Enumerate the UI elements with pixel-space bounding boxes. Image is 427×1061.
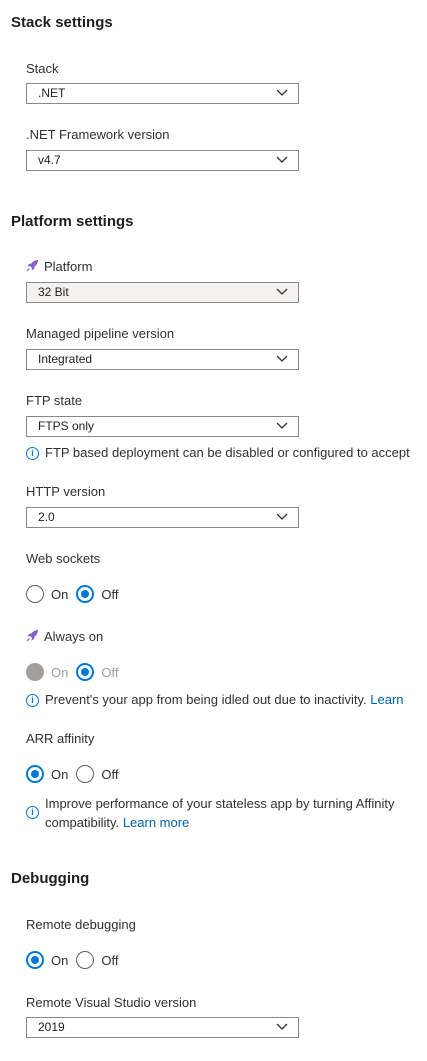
always-on-on-label[interactable]: On <box>51 665 68 680</box>
arr-affinity-off-radio[interactable] <box>76 765 95 783</box>
platform-select[interactable]: 32 Bit <box>26 282 299 303</box>
pipeline-value: Integrated <box>38 352 93 366</box>
arr-affinity-learn-more-link[interactable]: Learn more <box>123 815 189 830</box>
http-value: 2.0 <box>38 510 55 524</box>
web-sockets-radio-group: On Off <box>26 584 126 604</box>
always-on-label-row: Always on <box>26 629 103 644</box>
remote-debugging-on-label[interactable]: On <box>51 953 68 968</box>
always-on-off-radio[interactable] <box>76 663 95 681</box>
arr-affinity-on-label[interactable]: On <box>51 767 68 782</box>
arr-affinity-info-icon-wrap: i <box>26 803 45 821</box>
remote-debugging-radio-group: On Off <box>26 950 126 970</box>
always-on-off-label[interactable]: Off <box>101 665 118 680</box>
http-label: HTTP version <box>26 484 106 499</box>
pipeline-select[interactable]: Integrated <box>26 349 299 370</box>
web-sockets-on-label[interactable]: On <box>51 587 68 602</box>
always-on-radio-group: On Off <box>26 662 126 682</box>
chevron-down-icon <box>276 422 288 429</box>
platform-value: 32 Bit <box>38 285 69 299</box>
vs-version-value: 2019 <box>38 1020 65 1034</box>
remote-debugging-off-radio[interactable] <box>76 951 95 969</box>
info-icon: i <box>26 447 39 460</box>
arr-affinity-info: Improve performance of your stateless ap… <box>45 794 395 832</box>
chevron-down-icon <box>276 1023 288 1030</box>
arr-affinity-on-radio[interactable] <box>26 765 44 783</box>
vs-version-label: Remote Visual Studio version <box>26 995 197 1010</box>
chevron-down-icon <box>276 513 288 520</box>
pipeline-label: Managed pipeline version <box>26 326 175 341</box>
always-on-learn-link[interactable]: Learn <box>370 692 403 707</box>
info-icon: i <box>26 694 39 707</box>
framework-select[interactable]: v4.7 <box>26 150 299 171</box>
vs-version-select[interactable]: 2019 <box>26 1017 299 1038</box>
always-on-label: Always on <box>44 629 104 644</box>
platform-settings-title: Platform settings <box>11 213 134 230</box>
debugging-title: Debugging <box>11 870 90 887</box>
always-on-on-radio[interactable] <box>26 663 44 681</box>
ftp-value: FTPS only <box>38 419 95 433</box>
stack-settings-title: Stack settings <box>11 14 113 31</box>
arr-affinity-info-line2-row: compatibility. Learn more <box>45 813 395 832</box>
arr-affinity-info-line1: Improve performance of your stateless ap… <box>45 796 395 811</box>
chevron-down-icon <box>276 288 288 295</box>
ftp-label: FTP state <box>26 393 83 408</box>
framework-label: .NET Framework version <box>26 127 170 142</box>
always-on-info: i Prevent's your app from being idled out… <box>26 692 404 707</box>
rocket-icon <box>26 260 38 272</box>
web-sockets-off-label[interactable]: Off <box>101 587 118 602</box>
chevron-down-icon <box>276 156 288 163</box>
ftp-info-text: FTP based deployment can be disabled or … <box>45 445 410 460</box>
http-select[interactable]: 2.0 <box>26 507 299 528</box>
remote-debugging-off-label[interactable]: Off <box>101 953 118 968</box>
ftp-select[interactable]: FTPS only <box>26 416 299 437</box>
remote-debugging-on-radio[interactable] <box>26 951 44 969</box>
always-on-info-text: Prevent's your app from being idled out … <box>45 692 367 707</box>
web-sockets-on-radio[interactable] <box>26 585 44 603</box>
chevron-down-icon <box>276 89 288 96</box>
platform-label-row: Platform <box>26 259 92 274</box>
arr-affinity-info-line2: compatibility. <box>45 815 120 830</box>
arr-affinity-off-label[interactable]: Off <box>101 767 118 782</box>
web-sockets-off-radio[interactable] <box>76 585 95 603</box>
chevron-down-icon <box>276 355 288 362</box>
stack-value: .NET <box>38 86 66 100</box>
web-sockets-label: Web sockets <box>26 551 101 566</box>
stack-select[interactable]: .NET <box>26 83 299 104</box>
rocket-icon <box>26 630 38 642</box>
stack-label: Stack <box>26 61 59 76</box>
platform-label: Platform <box>44 259 93 274</box>
info-icon: i <box>26 806 39 819</box>
framework-value: v4.7 <box>38 153 61 167</box>
arr-affinity-radio-group: On Off <box>26 764 126 784</box>
remote-debugging-label: Remote debugging <box>26 917 136 932</box>
ftp-info: i FTP based deployment can be disabled or… <box>26 445 410 460</box>
arr-affinity-label: ARR affinity <box>26 731 95 746</box>
